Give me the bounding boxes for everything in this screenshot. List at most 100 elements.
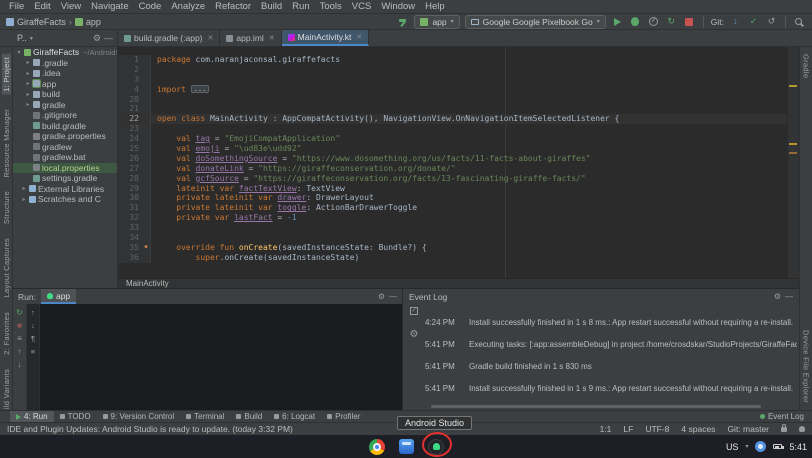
tool-strip-gradle[interactable]: Gradle xyxy=(802,54,811,78)
build-button[interactable] xyxy=(396,15,409,28)
device-dropdown[interactable]: Google Google Pixelbook Go ▾ xyxy=(465,15,606,29)
git-rollback-button[interactable]: ↺ xyxy=(765,15,778,28)
run-console[interactable]: ↑ ↓ ¶ ≡ xyxy=(27,304,402,410)
gutter-line-4[interactable]: 4 xyxy=(118,85,142,95)
run-tab-app[interactable]: app xyxy=(41,289,76,304)
tree-item-gitignore[interactable]: .gitignore xyxy=(13,110,117,121)
code-text[interactable] xyxy=(151,95,787,105)
tool-window-tab-event-log[interactable]: Event Log xyxy=(754,411,812,422)
menu-tools[interactable]: Tools xyxy=(315,1,347,12)
gutter-line-20[interactable]: 20 xyxy=(118,95,142,105)
stop-button[interactable] xyxy=(683,15,696,28)
code-text[interactable] xyxy=(151,124,787,134)
scroll-up-icon[interactable]: ↑ xyxy=(31,308,35,317)
code-text[interactable]: val tag = "EmojiCompatApplication" xyxy=(151,134,787,144)
editor-tab-build-gradle-app[interactable]: build.gradle (:app)✕ xyxy=(118,30,220,46)
code-text[interactable] xyxy=(151,233,787,243)
scroll-down-icon[interactable]: ↓ xyxy=(31,321,35,330)
gutter-line-32[interactable]: 32 xyxy=(118,213,142,223)
code-text[interactable]: val emoji = "\ud83e\udd92" xyxy=(151,144,787,154)
tool-window-tab-6-logcat[interactable]: 6: Logcat xyxy=(268,411,321,422)
down-stack-icon[interactable]: ↓ xyxy=(18,360,22,369)
caret-position[interactable]: 1:1 xyxy=(600,424,612,434)
lock-icon[interactable] xyxy=(781,427,787,432)
clear-console-icon[interactable]: ≡ xyxy=(31,347,35,356)
editor-tab-app-iml[interactable]: app.iml✕ xyxy=(220,30,281,46)
git-commit-button[interactable]: ✓ xyxy=(747,15,760,28)
tree-item-build[interactable]: ▸build xyxy=(13,89,117,100)
tool-strip-resource-manager[interactable]: Resource Manager xyxy=(2,109,11,178)
gutter-line-22[interactable]: 22 xyxy=(118,114,142,124)
menu-navigate[interactable]: Navigate xyxy=(86,1,134,12)
warning-mark[interactable] xyxy=(789,152,797,154)
code-text[interactable]: private lateinit var toggle: ActionBarDr… xyxy=(151,203,787,213)
hide-panel-icon[interactable]: ― xyxy=(785,292,793,301)
hide-panel-icon[interactable]: ― xyxy=(389,292,397,301)
close-icon[interactable]: ✕ xyxy=(356,33,362,41)
gutter-line-33[interactable]: 33 xyxy=(118,223,142,233)
code-lines[interactable]: 1package com.naranjaconsal.giraffefacts2… xyxy=(118,55,787,263)
editor-breadcrumbs[interactable]: MainActivity xyxy=(118,278,799,288)
debug-button[interactable] xyxy=(629,15,642,28)
tree-item-build-gradle[interactable]: build.gradle xyxy=(13,121,117,132)
gutter-line-26[interactable]: 26 xyxy=(118,154,142,164)
tool-window-tab-todo[interactable]: TODO xyxy=(54,411,97,422)
profile-button[interactable] xyxy=(647,15,660,28)
close-icon[interactable]: ✕ xyxy=(208,34,214,42)
tool-strip-2-favorites[interactable]: 2: Favorites xyxy=(2,312,11,355)
horizontal-scrollbar[interactable] xyxy=(431,405,761,408)
gutter-line-29[interactable]: 29 xyxy=(118,184,142,194)
tool-strip-device-file-explorer[interactable]: Device File Explorer xyxy=(802,330,811,403)
stop-icon[interactable]: ■ xyxy=(17,321,22,330)
tool-strip-structure[interactable]: Structure xyxy=(2,191,11,224)
settings-gear-icon[interactable]: ⚙ xyxy=(378,292,385,301)
code-text[interactable] xyxy=(151,104,787,114)
menu-build[interactable]: Build xyxy=(256,1,287,12)
breadcrumb-class[interactable]: MainActivity xyxy=(126,279,169,288)
code-text[interactable]: val donateLink = "https://giraffeconserv… xyxy=(151,164,787,174)
gutter-line-27[interactable]: 27 xyxy=(118,164,142,174)
rerun-icon[interactable]: ↻ xyxy=(16,308,23,317)
code-text[interactable]: val doSomethingSource = "https://www.dos… xyxy=(151,154,787,164)
notifications-bell-icon[interactable] xyxy=(799,426,805,432)
menu-refactor[interactable]: Refactor xyxy=(210,1,256,12)
settings-gear-icon[interactable]: ⚙ xyxy=(774,292,781,301)
git-branch[interactable]: Git: master xyxy=(727,424,769,434)
status-message[interactable]: IDE and Plugin Updates: Android Studio i… xyxy=(7,424,600,434)
override-gutter-icon[interactable]: ● xyxy=(142,243,151,253)
menu-help[interactable]: Help xyxy=(420,1,450,12)
menu-analyze[interactable]: Analyze xyxy=(166,1,210,12)
code-text[interactable] xyxy=(151,223,787,233)
tree-item-gradle[interactable]: ▸.gradle xyxy=(13,58,117,69)
tool-strip-layout-captures[interactable]: Layout Captures xyxy=(2,238,11,298)
hide-panel-icon[interactable]: ― xyxy=(104,32,113,45)
files-icon[interactable] xyxy=(399,439,414,454)
run-button[interactable] xyxy=(611,15,624,28)
checkbox-icon[interactable]: ✓ xyxy=(410,307,418,315)
code-text[interactable]: val gcfSource = "https://giraffeconserva… xyxy=(151,174,787,184)
gutter-line-24[interactable]: 24 xyxy=(118,134,142,144)
chrome-icon[interactable] xyxy=(369,439,385,455)
code-text[interactable]: private lateinit var drawer: DrawerLayou… xyxy=(151,193,787,203)
file-encoding[interactable]: UTF-8 xyxy=(645,424,669,434)
code-text[interactable]: package com.naranjaconsal.giraffefacts xyxy=(151,55,787,65)
tree-item-idea[interactable]: ▸.idea xyxy=(13,68,117,79)
search-everywhere-button[interactable] xyxy=(793,15,806,28)
keyboard-layout[interactable]: US xyxy=(726,442,739,452)
menu-file[interactable]: File xyxy=(4,1,29,12)
tool-window-tab-4-run[interactable]: 4: Run xyxy=(10,411,54,422)
editor-tab-mainactivity-kt[interactable]: MainActivity.kt✕ xyxy=(282,30,370,46)
tree-item-gradle-properties[interactable]: gradle.properties xyxy=(13,131,117,142)
code-text[interactable]: super.onCreate(savedInstanceState) xyxy=(151,253,787,263)
tree-item-local-properties[interactable]: local.properties xyxy=(13,163,117,174)
tool-window-tab-terminal[interactable]: Terminal xyxy=(180,411,230,422)
tree-item-scratches-and-c[interactable]: ▸Scratches and C xyxy=(13,194,117,205)
code-text[interactable]: override fun onCreate(savedInstanceState… xyxy=(151,243,787,253)
gutter-line-31[interactable]: 31 xyxy=(118,203,142,213)
menu-run[interactable]: Run xyxy=(287,1,314,12)
gutter-line-23[interactable]: 23 xyxy=(118,124,142,134)
restart-app-icon[interactable]: ≡ xyxy=(17,334,22,343)
code-text[interactable]: open class MainActivity : AppCompatActiv… xyxy=(151,114,787,124)
code-text[interactable]: lateinit var factTextView: TextView xyxy=(151,184,787,194)
gutter-line-35[interactable]: 35 xyxy=(118,243,142,253)
